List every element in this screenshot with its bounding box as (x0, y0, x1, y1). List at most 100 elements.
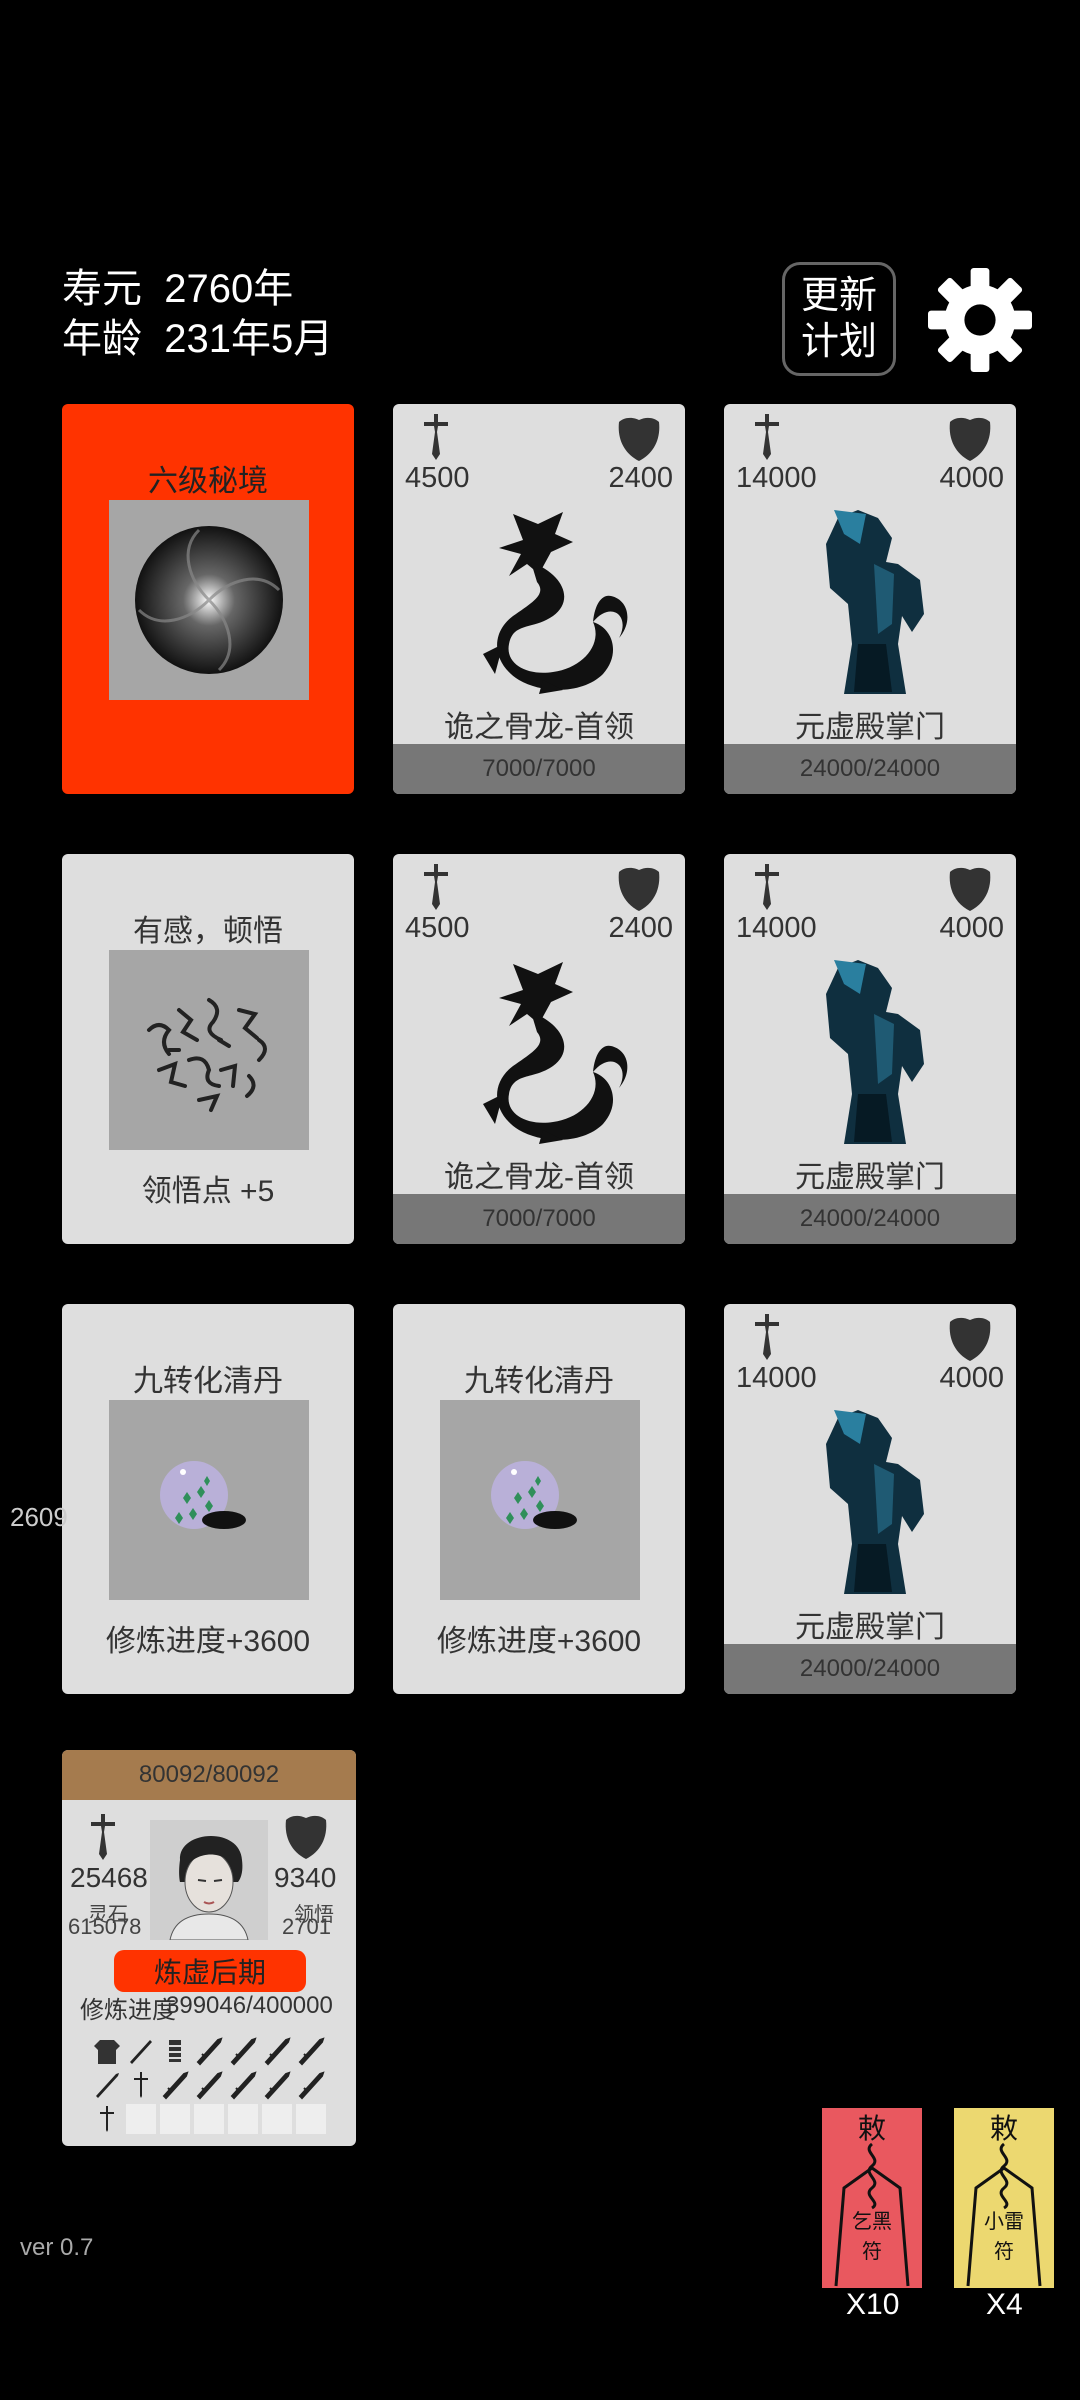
insight-value: 2701 (282, 1914, 331, 1939)
age-row: 年龄 231年5月 (62, 314, 333, 364)
settings-gear-icon[interactable] (928, 268, 1032, 372)
empty-slot[interactable] (160, 2104, 190, 2134)
lifespan-label: 寿元 (62, 267, 142, 311)
sword-icon[interactable] (194, 2036, 224, 2066)
talisman-bottom-text: 符 (862, 2240, 882, 2263)
talisman-count: X4 (986, 2288, 1023, 2321)
vortex-icon (109, 500, 309, 700)
progress-label: 修炼进度 (80, 1997, 176, 2024)
empty-slot[interactable] (228, 2104, 258, 2134)
card-title: 九转化清丹 (464, 1365, 614, 1398)
sword-icon[interactable] (296, 2070, 326, 2100)
progress-value: 399046/400000 (166, 1992, 333, 2019)
lifespan-row: 寿元 2760年 (62, 264, 293, 314)
dagger-icon[interactable] (126, 2070, 156, 2100)
player-card[interactable]: 80092/80092 25468 灵石 615078 9340 领悟 2701… (62, 1750, 356, 2146)
armor-icon[interactable] (92, 2036, 122, 2066)
attack-sword-icon (752, 864, 782, 910)
card-title: 六级秘境 (148, 465, 268, 498)
enemy-name: 诡之骨龙-首领 (444, 711, 634, 744)
version-label: ver 0.7 (20, 2234, 94, 2261)
insight-card[interactable]: 有感，顿悟 领悟点 +5 (62, 854, 354, 1244)
attack-sword-icon (752, 414, 782, 460)
player-attack: 25468 (70, 1862, 148, 1893)
side-counter: 2609 (10, 1502, 68, 1532)
gauntlet-icon[interactable] (160, 2036, 190, 2066)
sword-icon[interactable] (228, 2036, 258, 2066)
player-hp-bar: 80092/80092 (62, 1750, 356, 1800)
attack-sword-icon (88, 1814, 118, 1860)
blade-icon[interactable] (126, 2036, 156, 2066)
defense-shield-icon (617, 866, 661, 912)
lightning-talisman-red[interactable]: 敕 乞黑 符 (822, 2108, 922, 2288)
talisman-count: X10 (846, 2288, 900, 2321)
sword-icon[interactable] (296, 2036, 326, 2066)
talisman-top-text: 敕 (990, 2113, 1018, 2144)
defense-shield-icon (284, 1814, 328, 1860)
update-plan-button[interactable]: 更新 计划 (782, 262, 896, 376)
attack-sword-icon (752, 1314, 782, 1360)
enemy-card[interactable]: 14000 4000 元虚殿掌门 24000/24000 (724, 404, 1016, 794)
enemy-name: 元虚殿掌门 (795, 711, 945, 744)
pill-icon (440, 1400, 640, 1600)
enemy-defense: 4000 (939, 462, 1004, 494)
enemy-attack: 4500 (405, 462, 470, 494)
sword-icon[interactable] (262, 2070, 292, 2100)
pill-card[interactable]: 九转化清丹 修炼进度+3600 (393, 1304, 685, 1694)
empty-slot[interactable] (296, 2104, 326, 2134)
enemy-hp-bar: 24000/24000 (724, 1194, 1016, 1244)
card-subtitle: 修炼进度+3600 (105, 1625, 311, 1658)
talisman-mid-text: 乞黑 (852, 2210, 892, 2233)
enemy-name: 元虚殿掌门 (795, 1611, 945, 1644)
enemy-hp-bar: 24000/24000 (724, 744, 1016, 794)
sect-master-icon (774, 504, 966, 694)
sword-icon[interactable] (194, 2070, 224, 2100)
card-subtitle: 领悟点 +5 (141, 1175, 275, 1208)
enemy-attack: 14000 (736, 1362, 817, 1394)
enemy-defense: 4000 (939, 1362, 1004, 1394)
empty-slot[interactable] (126, 2104, 156, 2134)
stone-value: 615078 (68, 1914, 142, 1939)
enemy-attack: 14000 (736, 462, 817, 494)
defense-shield-icon (617, 416, 661, 462)
sword-icon[interactable] (228, 2070, 258, 2100)
defense-shield-icon (948, 416, 992, 462)
enemy-card[interactable]: 14000 4000 元虚殿掌门 24000/24000 (724, 854, 1016, 1244)
age-label: 年龄 (62, 317, 142, 361)
pill-card[interactable]: 九转化清丹 修炼进度+3600 (62, 1304, 354, 1694)
enemy-card[interactable]: 4500 2400 诡之骨龙-首领 7000/7000 (393, 854, 685, 1244)
calligraphy-icon (109, 950, 309, 1150)
age-value: 231年5月 (164, 317, 334, 361)
avatar (150, 1820, 268, 1941)
enemy-defense: 4000 (939, 912, 1004, 944)
sect-master-icon (774, 1404, 966, 1594)
empty-slot[interactable] (262, 2104, 292, 2134)
sect-master-icon (774, 954, 966, 1144)
lightning-talisman-yellow[interactable]: 敕 小雷 符 (954, 2108, 1054, 2288)
enemy-attack: 14000 (736, 912, 817, 944)
defense-shield-icon (948, 1316, 992, 1362)
card-title: 有感，顿悟 (133, 915, 283, 948)
enemy-hp-bar: 24000/24000 (724, 1644, 1016, 1694)
talisman-mid-text: 小雷 (984, 2210, 1024, 2233)
enemy-defense: 2400 (608, 912, 673, 944)
realm-card[interactable]: 六级秘境 (62, 404, 354, 794)
update-plan-label-1: 更新 (800, 275, 877, 317)
dragon-icon (443, 954, 635, 1144)
empty-slot[interactable] (194, 2104, 224, 2134)
talisman-bottom-text: 符 (994, 2240, 1014, 2263)
attack-sword-icon (421, 864, 451, 910)
update-plan-label-2: 计划 (800, 321, 877, 363)
dagger-icon[interactable] (92, 2104, 122, 2134)
defense-shield-icon (948, 866, 992, 912)
sword-icon[interactable] (160, 2070, 190, 2100)
enemy-defense: 2400 (608, 462, 673, 494)
enemy-card[interactable]: 14000 4000 元虚殿掌门 24000/24000 (724, 1304, 1016, 1694)
enemy-card[interactable]: 4500 2400 诡之骨龙-首领 7000/7000 (393, 404, 685, 794)
enemy-hp-bar: 7000/7000 (393, 744, 685, 794)
cultivation-realm-badge: 炼虚后期 (114, 1950, 306, 1992)
sword-icon[interactable] (262, 2036, 292, 2066)
player-defense: 9340 (274, 1862, 337, 1893)
sword-icon[interactable] (92, 2070, 122, 2100)
enemy-hp-bar: 7000/7000 (393, 1194, 685, 1244)
